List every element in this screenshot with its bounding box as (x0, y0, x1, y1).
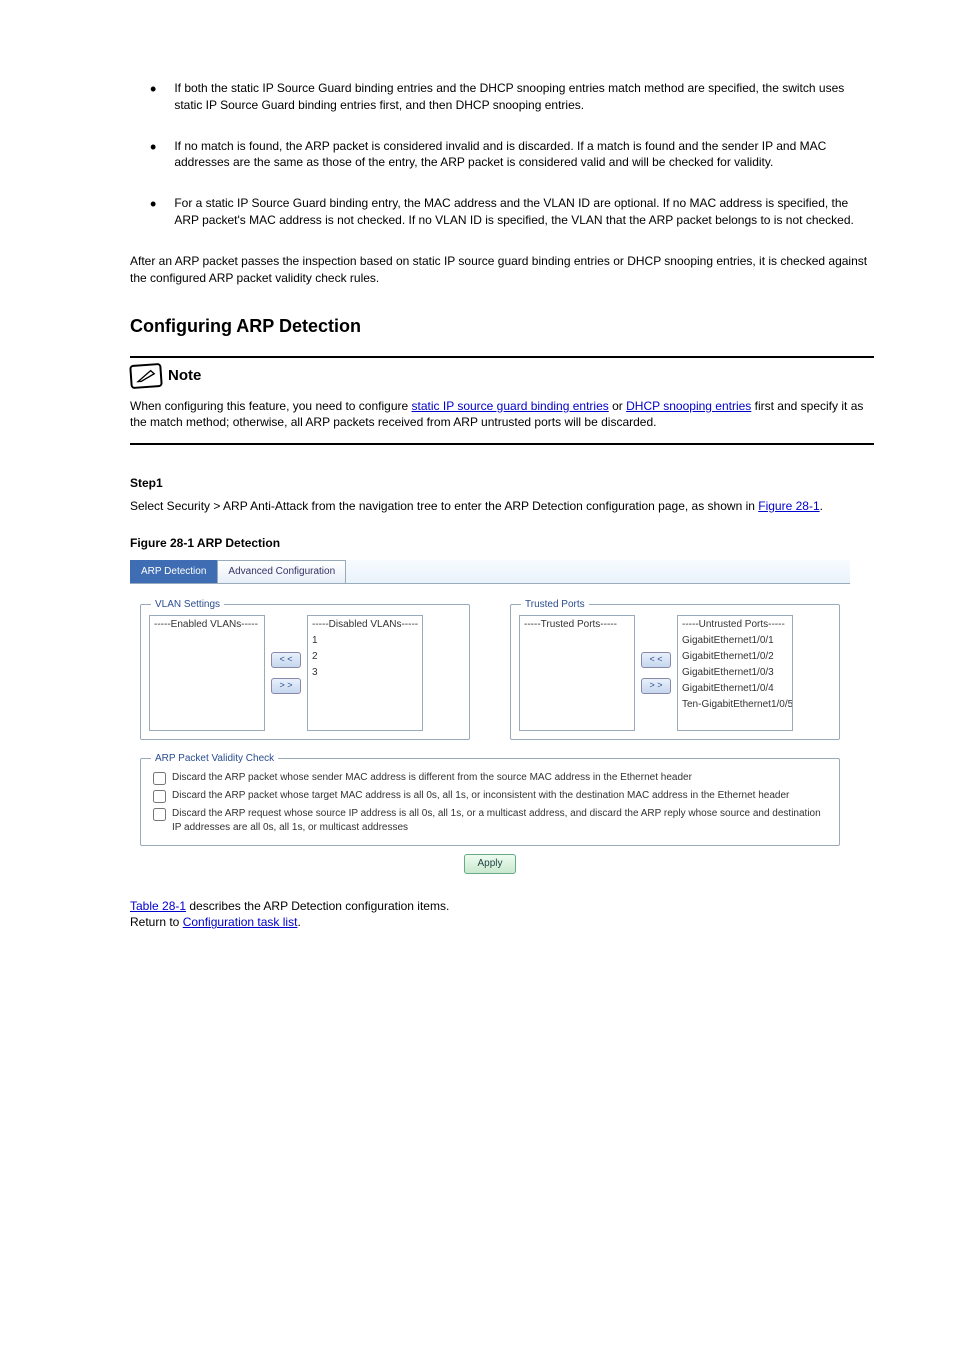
body-paragraph-1: After an ARP packet passes the inspectio… (130, 253, 874, 287)
bullet-text-2: If no match is found, the ARP packet is … (174, 138, 874, 172)
trusted-ports-legend: Trusted Ports (521, 598, 589, 612)
figure-link[interactable]: Figure 28-1 (758, 499, 819, 513)
tab-bar: ARP Detection Advanced Configuration (130, 560, 850, 584)
trusted-ports-header: -----Trusted Ports----- (520, 617, 634, 633)
step1-path: Select Security > ARP Anti-Attack from t… (130, 499, 758, 513)
bullet-dot: • (150, 138, 156, 156)
bullet-dot: • (150, 195, 156, 213)
list-item[interactable]: 3 (308, 665, 422, 681)
list-item[interactable]: GigabitEthernet1/0/2 (678, 649, 792, 665)
arp-detection-ui: ARP Detection Advanced Configuration VLA… (130, 560, 850, 880)
check-source-ip-label: Discard the ARP request whose source IP … (172, 807, 831, 835)
table-ref: Table 28-1 describes the ARP Detection c… (130, 898, 884, 915)
period: . (297, 915, 300, 929)
rule (130, 443, 874, 445)
check-target-mac[interactable] (153, 790, 166, 803)
trusted-ports-fieldset: Trusted Ports -----Trusted Ports----- < … (510, 604, 840, 740)
step1-text: Select Security > ARP Anti-Attack from t… (130, 498, 884, 515)
validity-check-legend: ARP Packet Validity Check (151, 752, 278, 766)
tab-arp-detection[interactable]: ARP Detection (130, 560, 217, 583)
table-ref-link[interactable]: Table 28-1 (130, 899, 186, 913)
note-label: Note (168, 365, 201, 386)
section-heading: Configuring ARP Detection (130, 314, 884, 339)
validity-check-fieldset: ARP Packet Validity Check Discard the AR… (140, 758, 840, 846)
enabled-vlans-header: -----Enabled VLANs----- (150, 617, 264, 633)
note-link-2[interactable]: DHCP snooping entries (626, 399, 751, 413)
tab-advanced-config[interactable]: Advanced Configuration (217, 560, 346, 583)
list-item[interactable]: 1 (308, 633, 422, 649)
vlan-settings-fieldset: VLAN Settings -----Enabled VLANs----- < … (140, 604, 470, 740)
list-item[interactable]: GigabitEthernet1/0/4 (678, 681, 792, 697)
bullet-text-1: If both the static IP Source Guard bindi… (174, 80, 874, 114)
untrusted-ports-list[interactable]: -----Untrusted Ports----- GigabitEtherne… (677, 615, 793, 731)
move-left-button[interactable]: < < (641, 652, 671, 668)
period: . (820, 499, 823, 513)
rule (130, 356, 874, 358)
note-text: When configuring this feature, you need … (130, 398, 874, 432)
enabled-vlans-list[interactable]: -----Enabled VLANs----- (149, 615, 265, 731)
list-item[interactable]: GigabitEthernet1/0/1 (678, 633, 792, 649)
figure-caption: Figure 28-1 ARP Detection (130, 535, 884, 552)
move-right-button[interactable]: > > (641, 678, 671, 694)
return-to: Return to Configuration task list. (130, 914, 874, 931)
return-label: Return to (130, 915, 179, 929)
note-icon (129, 362, 163, 388)
bullet-text-3: For a static IP Source Guard binding ent… (174, 195, 874, 229)
list-item[interactable]: GigabitEthernet1/0/3 (678, 665, 792, 681)
note-link-1[interactable]: static IP source guard binding entries (412, 399, 609, 413)
move-right-button[interactable]: > > (271, 678, 301, 694)
list-item[interactable]: Ten-GigabitEthernet1/0/5 (678, 697, 792, 713)
move-left-button[interactable]: < < (271, 652, 301, 668)
trusted-ports-list[interactable]: -----Trusted Ports----- (519, 615, 635, 731)
disabled-vlans-header: -----Disabled VLANs----- (308, 617, 422, 633)
check-target-mac-label: Discard the ARP packet whose target MAC … (172, 789, 789, 803)
vlan-settings-legend: VLAN Settings (151, 598, 224, 612)
disabled-vlans-list[interactable]: -----Disabled VLANs----- 1 2 3 (307, 615, 423, 731)
note-line-1: When configuring this feature, you need … (130, 399, 408, 413)
apply-button[interactable]: Apply (464, 854, 515, 874)
check-sender-mac-label: Discard the ARP packet whose sender MAC … (172, 771, 692, 785)
check-source-ip[interactable] (153, 808, 166, 821)
table-ref-tail: describes the ARP Detection configuratio… (186, 899, 449, 913)
list-item[interactable]: 2 (308, 649, 422, 665)
config-tasks-link[interactable]: Configuration task list (183, 915, 298, 929)
untrusted-ports-header: -----Untrusted Ports----- (678, 617, 792, 633)
check-sender-mac[interactable] (153, 772, 166, 785)
note-end: first and specify it (751, 399, 847, 413)
step1-label: Step1 (130, 475, 884, 492)
bullet-dot: • (150, 80, 156, 98)
note-or: or (609, 399, 623, 413)
